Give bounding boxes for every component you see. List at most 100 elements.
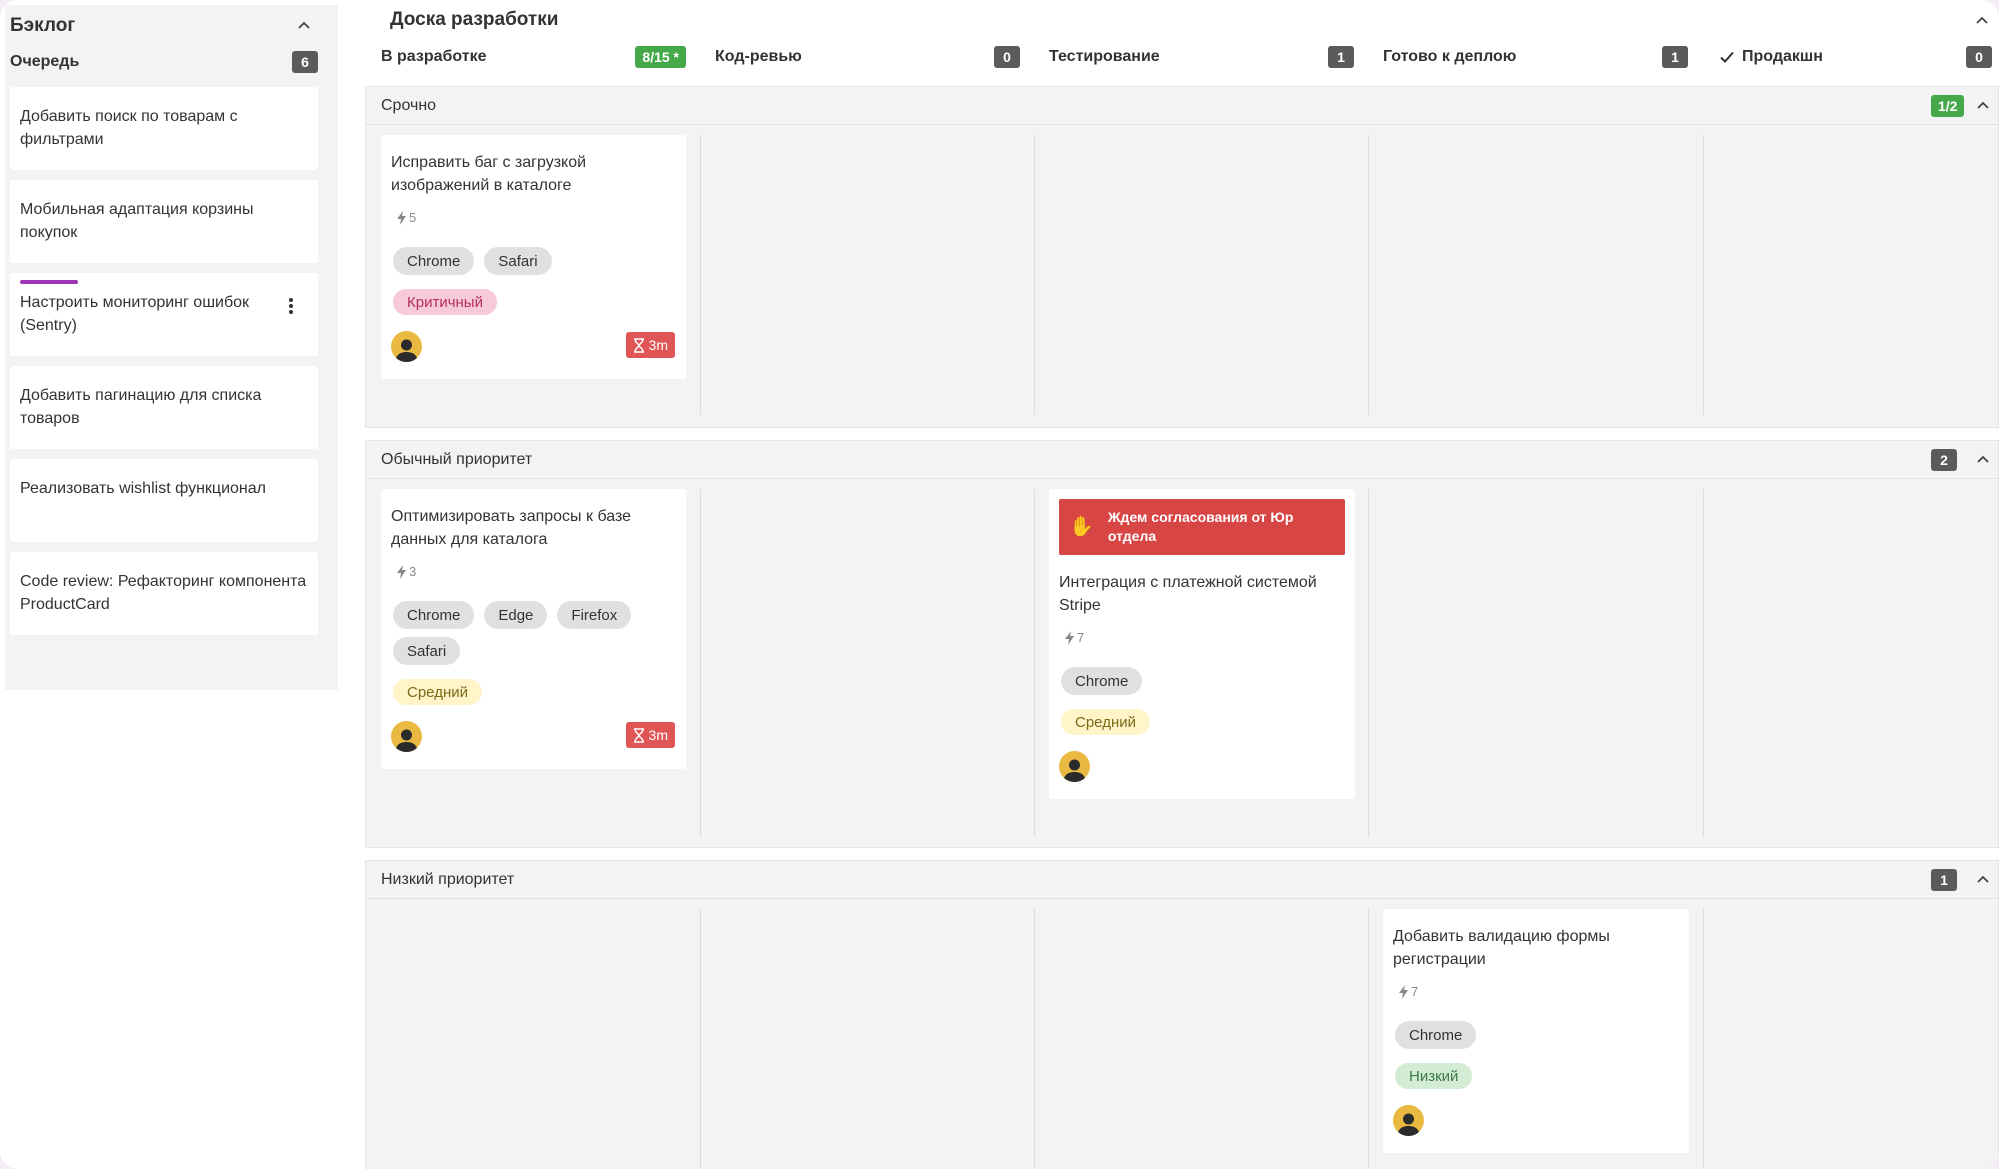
points-value: 3 [409,564,417,579]
column-header-in-progress[interactable]: В разработке 8/15 * [381,44,686,70]
column-divider [1368,489,1369,837]
timer-value: 3m [648,727,668,743]
chevron-up-icon[interactable] [293,15,315,37]
chevron-up-icon[interactable] [1971,10,1993,32]
card-title: Добавить валидацию формы регистрации [1393,928,1610,968]
column-count-badge: 1 [1662,46,1688,68]
bolt-icon [397,210,406,225]
priority-badge: Средний [1061,709,1150,735]
task-card-blocked[interactable]: ✋ Ждем согласования от Юр отдела Интегра… [1049,489,1355,799]
backlog-item[interactable]: Добавить поиск по товарам с фильтрами [10,87,318,170]
browser-tag[interactable]: Edge [484,601,548,629]
column-header-testing[interactable]: Тестирование 1 [1049,44,1354,70]
chevron-up-icon[interactable] [1972,449,1994,471]
column-name: Продакшн [1742,48,1823,65]
column-name: Тестирование [1049,48,1160,65]
column-divider [1703,909,1704,1169]
lane-header[interactable]: Низкий приоритет 1 [366,861,1998,899]
assignee-avatar[interactable] [391,721,422,752]
column-header-production[interactable]: Продакшн 0 [1718,44,1992,70]
story-points: 3 [397,564,416,579]
blocker-text: Ждем согласования от Юр отдела [1107,509,1294,544]
column-divider [1034,909,1035,1169]
backlog-item[interactable]: Мобильная адаптация корзины покупок [10,180,318,263]
card-title: Оптимизировать запросы к базе данных для… [391,508,632,548]
queue-label: Очередь [10,53,80,70]
lane-name: Срочно [381,96,437,114]
browser-tag[interactable]: Firefox [557,601,632,629]
board-title: Доска разработки [390,9,559,30]
blocker-banner: ✋ Ждем согласования от Юр отдела [1059,499,1345,555]
browser-tag[interactable]: Safari [393,637,461,665]
bolt-icon [397,564,406,579]
column-count-badge: 1 [1328,46,1354,68]
queue-count-badge: 6 [292,51,318,73]
backlog-item[interactable]: Добавить пагинацию для списка товаров [10,366,318,449]
color-accent-bar [20,280,78,284]
assignee-avatar[interactable] [1059,751,1090,782]
task-card[interactable]: Добавить валидацию формы регистрации 7 C… [1383,909,1689,1153]
timer-value: 3m [648,337,668,353]
tag-list: Chrome Safari [393,247,673,275]
tag-list: Chrome [1395,1021,1675,1049]
column-divider [1368,909,1369,1169]
points-value: 5 [409,210,417,225]
column-divider [1034,135,1035,415]
column-count-badge: 0 [1966,46,1992,68]
lane-count-badge: 1/2 [1931,95,1965,117]
column-divider [1703,135,1704,415]
task-card[interactable]: Исправить баг с загрузкой изображений в … [381,135,686,379]
assignee-avatar[interactable] [1393,1105,1424,1136]
backlog-item[interactable]: Настроить мониторинг ошибок (Sentry) [10,273,318,356]
tag-list: Chrome [1061,667,1341,695]
swimlane-normal: Обычный приоритет 2 Оптимизировать запро… [365,440,1999,848]
chevron-up-icon[interactable] [1972,869,1994,891]
story-points: 7 [1399,984,1418,999]
hourglass-icon [633,337,644,353]
story-points: 5 [397,210,416,225]
column-divider [1368,135,1369,415]
column-name: Готово к деплою [1383,48,1517,65]
time-in-column-badge: 3m [625,722,675,748]
lane-header[interactable]: Срочно 1/2 [366,87,1998,125]
column-count-badge: 0 [994,46,1020,68]
hourglass-icon [633,727,644,743]
backlog-item[interactable]: Code review: Рефакторинг компонента Prod… [10,552,318,635]
chevron-up-icon[interactable] [1972,95,1994,117]
backlog-item-title: Реализовать wishlist функционал [20,480,266,497]
browser-tag[interactable]: Chrome [393,601,475,629]
card-title: Интеграция с платежной системой Stripe [1059,574,1317,614]
points-value: 7 [1077,630,1085,645]
backlog-item-title: Добавить пагинацию для списка товаров [20,387,262,427]
backlog-panel: Бэклог Очередь 6 Добавить поиск по товар… [5,5,338,690]
tag-list: Chrome Edge Firefox Safari [393,601,673,665]
priority-badge: Средний [393,679,482,705]
browser-tag[interactable]: Chrome [1395,1021,1477,1049]
browser-tag[interactable]: Safari [484,247,552,275]
lane-count-badge: 1 [1931,869,1957,891]
task-card[interactable]: Оптимизировать запросы к базе данных для… [381,489,686,769]
kebab-menu-icon[interactable] [286,295,296,317]
backlog-item-title: Добавить поиск по товарам с фильтрами [20,108,238,148]
wip-limit-badge: 8/15 * [635,46,686,68]
lane-name: Низкий приоритет [381,870,515,888]
checkmark-icon [1720,51,1734,63]
backlog-item[interactable]: Реализовать wishlist функционал [10,459,318,542]
backlog-header: Бэклог [10,15,315,37]
column-divider [700,909,701,1169]
column-name: В разработке [381,48,487,65]
column-divider [700,135,701,415]
browser-tag[interactable]: Chrome [393,247,475,275]
card-title: Исправить баг с загрузкой изображений в … [391,154,587,194]
column-divider [1034,489,1035,837]
bolt-icon [1065,630,1074,645]
backlog-queue-row: Очередь 6 [10,51,318,73]
backlog-item-title: Настроить мониторинг ошибок (Sentry) [20,294,250,334]
assignee-avatar[interactable] [391,331,422,362]
column-header-ready-to-deploy[interactable]: Готово к деплою 1 [1383,44,1688,70]
lane-header[interactable]: Обычный приоритет 2 [366,441,1998,479]
browser-tag[interactable]: Chrome [1061,667,1143,695]
lane-name: Обычный приоритет [381,450,533,468]
bolt-icon [1399,984,1408,999]
column-header-code-review[interactable]: Код-ревью 0 [715,44,1020,70]
